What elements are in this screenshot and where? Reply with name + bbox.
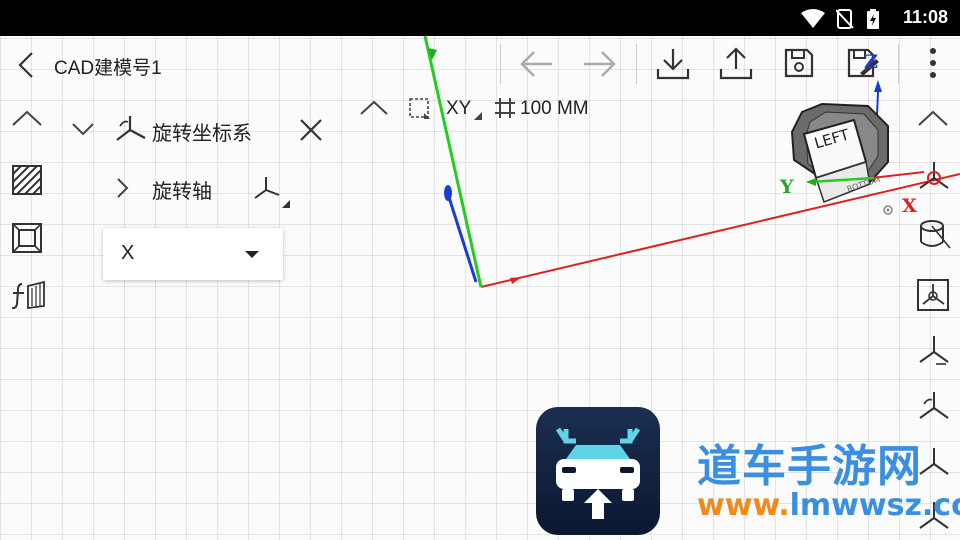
rotation-axis-value: X (121, 242, 135, 264)
watermark-logo (536, 407, 660, 535)
image-view-icon[interactable] (916, 278, 950, 312)
expand-axis-icon[interactable] (114, 176, 130, 200)
plane-selector-corner-icon (474, 112, 482, 120)
selection-box-icon[interactable] (408, 97, 432, 121)
axis-view-front-icon[interactable] (916, 334, 952, 370)
hatch-fill-icon[interactable] (11, 164, 43, 196)
axis-pick-icon[interactable] (252, 174, 292, 208)
y-axis-line (423, 35, 483, 288)
collapse-panel-icon[interactable] (10, 108, 44, 128)
view-cube-axis-y-label: Y (780, 176, 794, 198)
z-axis-handle[interactable] (444, 185, 452, 201)
close-panel-icon[interactable] (298, 117, 324, 143)
grid-size-value[interactable]: 100 MM (520, 98, 589, 120)
rotation-axis-dropdown[interactable]: X (103, 228, 283, 280)
view-cube-axis-x-label: X (902, 195, 917, 217)
x-axis-arrow (510, 277, 522, 284)
collapse-view-toolbar-icon[interactable] (358, 98, 390, 118)
dropdown-caret-icon (245, 251, 259, 258)
car-logo-icon (555, 427, 641, 519)
panel-title: 旋转坐标系 (152, 121, 252, 145)
rotation-axis-label: 旋转轴 (152, 179, 212, 203)
function-surface-icon[interactable] (10, 280, 46, 310)
plane-selector[interactable]: XY (446, 98, 471, 120)
watermark-url: www.lmwwsz.com (697, 488, 960, 523)
expand-down-icon[interactable] (70, 120, 96, 138)
watermark-url-prefix: www. (697, 488, 790, 523)
grid-size-icon[interactable] (494, 97, 516, 119)
watermark-url-domain: lmwwsz.com (789, 488, 960, 523)
rotate-coordinate-icon (116, 116, 146, 141)
watermark-brand: 道车手游网 (697, 441, 922, 492)
view-cube-axis-z-label: Z (864, 51, 878, 73)
collapse-right-panel-icon[interactable] (916, 108, 950, 128)
axis-view-rotate-icon[interactable] (916, 390, 952, 426)
frame-shell-icon[interactable] (11, 222, 43, 254)
view-origin-icon[interactable] (916, 160, 952, 196)
cylinder-view-icon[interactable] (916, 218, 952, 252)
